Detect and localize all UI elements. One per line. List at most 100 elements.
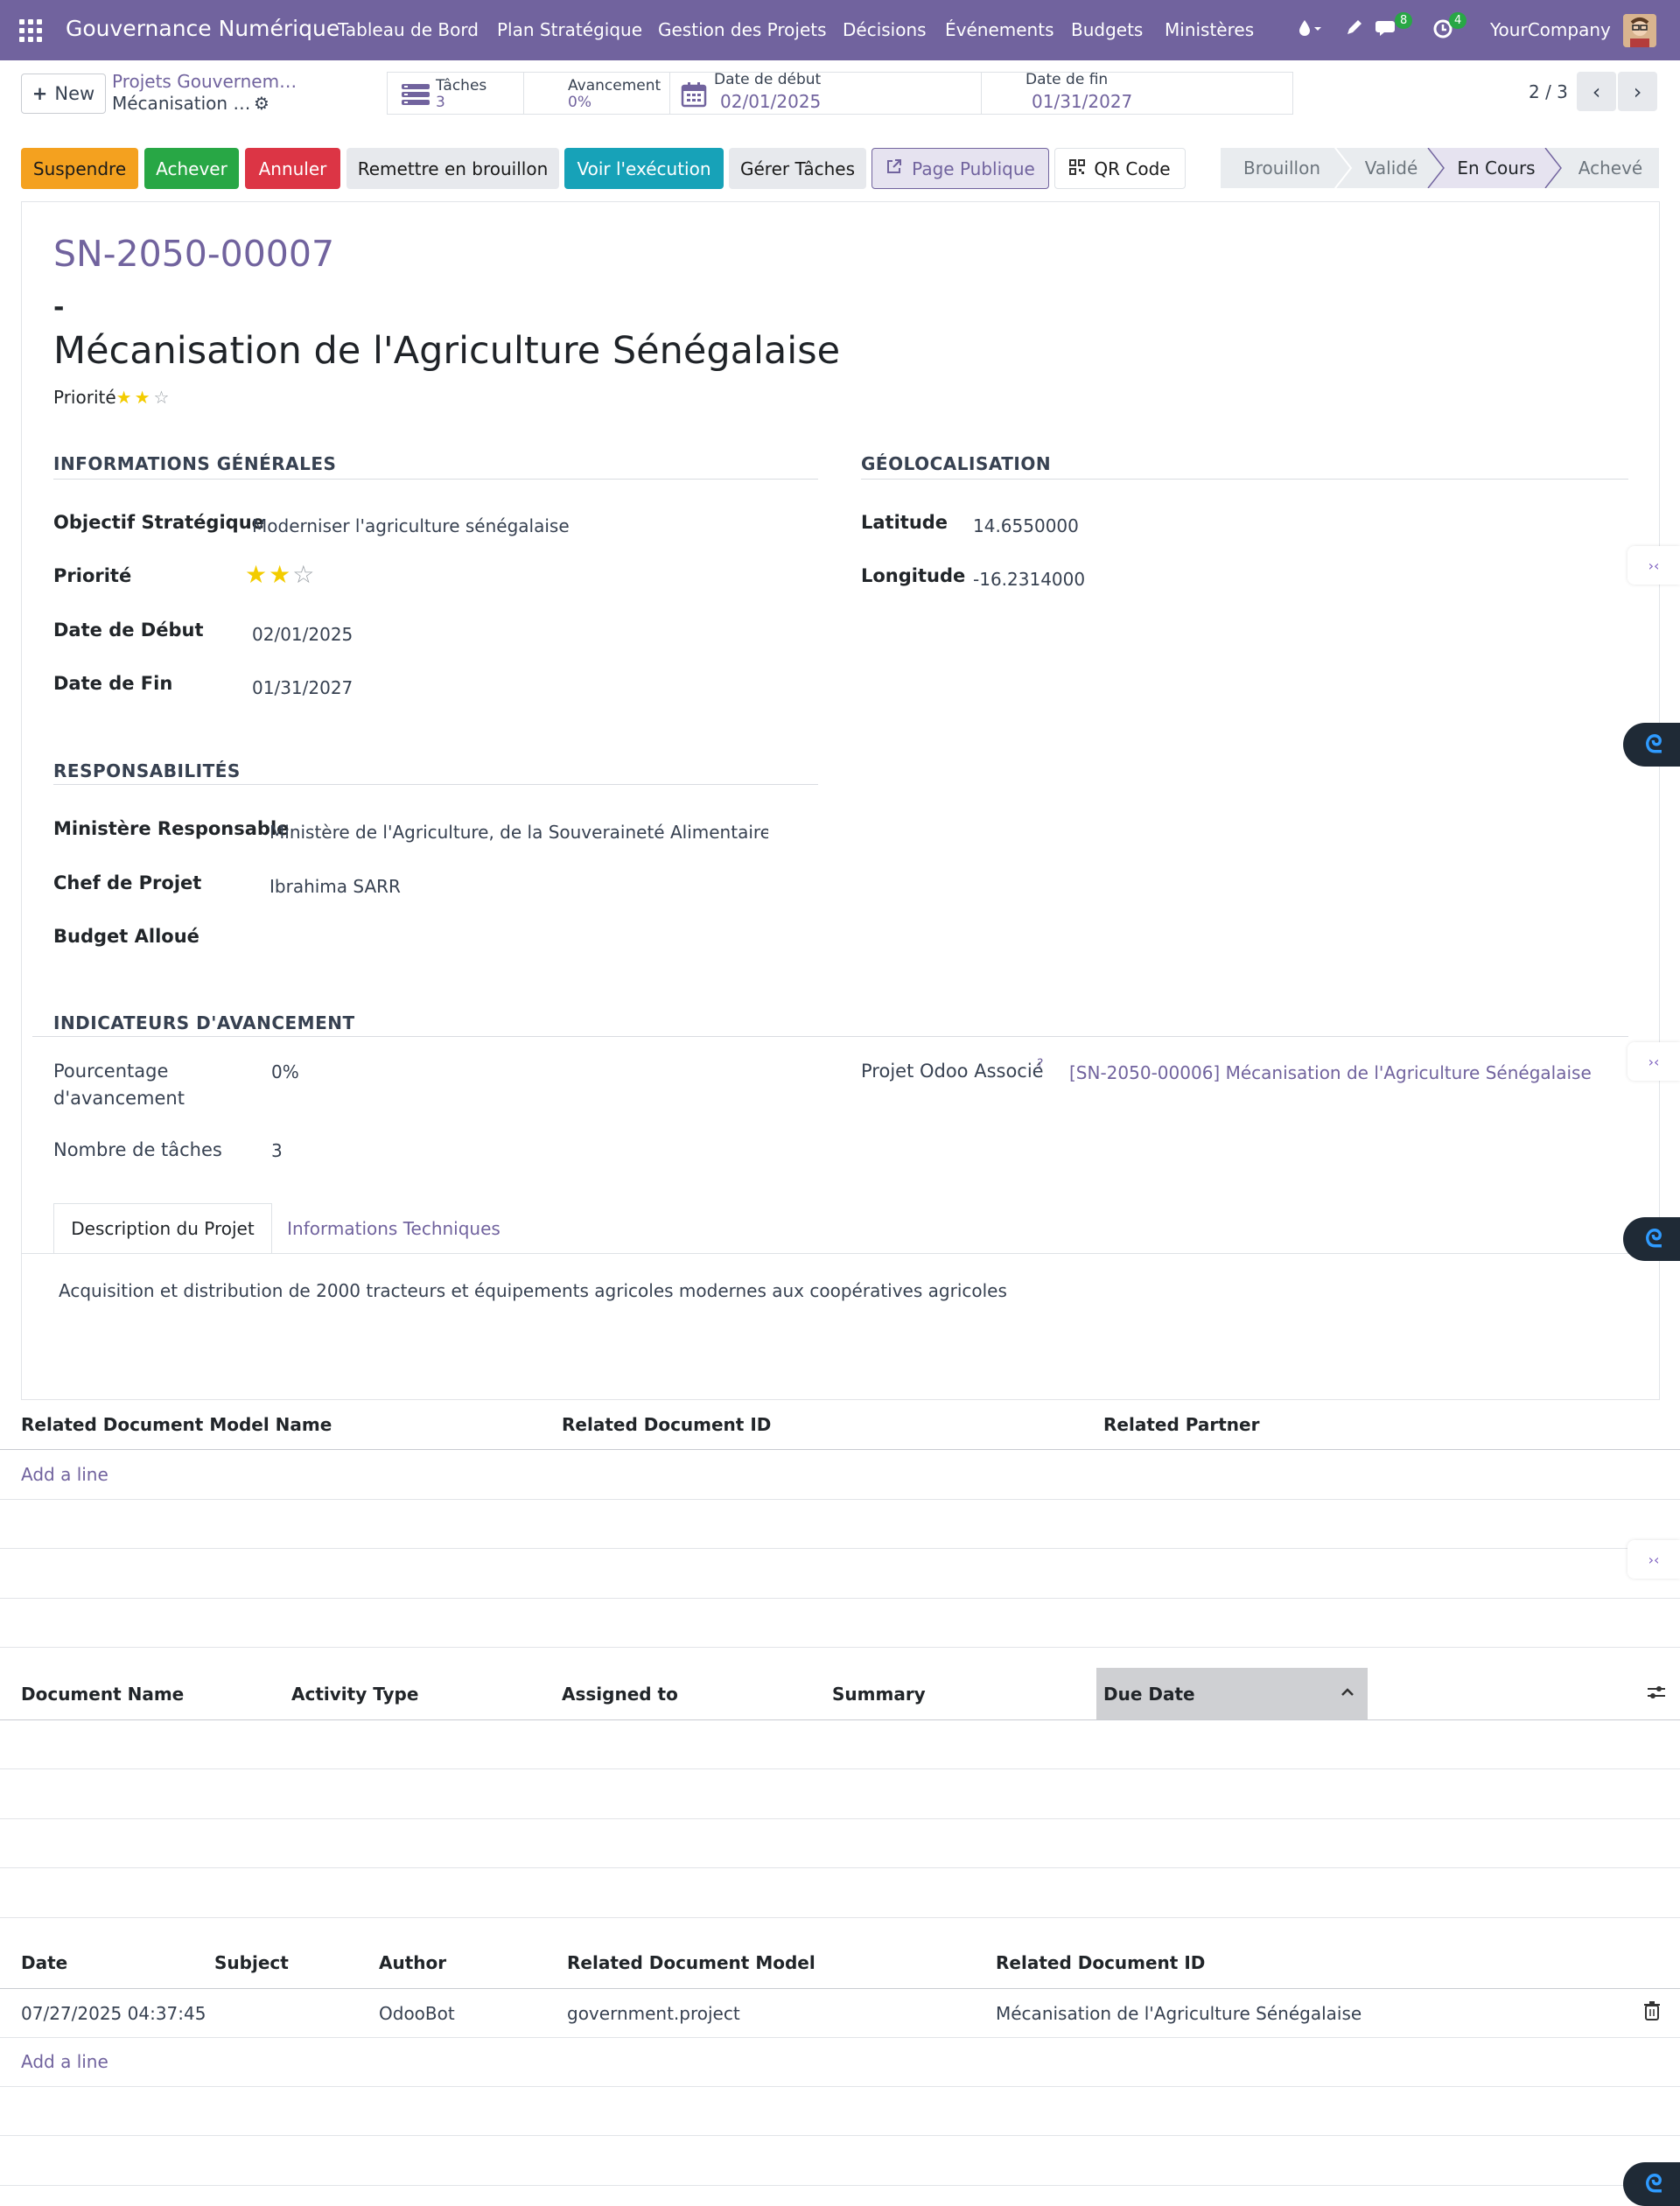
latitude-label: Latitude bbox=[861, 512, 948, 533]
star-filled-icon[interactable]: ★ bbox=[269, 560, 290, 589]
row-doc-id[interactable]: Mécanisation de l'Agriculture Sénégalais… bbox=[996, 2003, 1362, 2024]
status-brouillon[interactable]: Brouillon bbox=[1221, 148, 1343, 188]
col-related-partner[interactable]: Related Partner bbox=[1103, 1414, 1259, 1435]
row-date[interactable]: 07/27/2025 04:37:45 bbox=[21, 2003, 206, 2024]
menu-ministeres[interactable]: Ministères bbox=[1165, 19, 1254, 40]
pencil-icon[interactable] bbox=[1345, 18, 1364, 44]
company-switcher[interactable]: YourCompany bbox=[1490, 19, 1611, 40]
col-summary[interactable]: Summary bbox=[832, 1684, 926, 1705]
latitude-field[interactable]: 14.6550000 bbox=[973, 515, 1079, 536]
ministry-field[interactable]: Ministère de l'Agriculture, de la Souver… bbox=[270, 822, 768, 843]
menu-plan-strategique[interactable]: Plan Stratégique bbox=[497, 19, 642, 40]
end-date-field[interactable]: 01/31/2027 bbox=[252, 677, 353, 698]
stat-tasks-value: 3 bbox=[436, 94, 445, 111]
tab-description[interactable]: Description du Projet bbox=[53, 1203, 272, 1254]
description-text[interactable]: Acquisition et distribution de 2000 trac… bbox=[59, 1280, 1007, 1301]
menu-budgets[interactable]: Budgets bbox=[1071, 19, 1143, 40]
list-row-divider bbox=[0, 1917, 1680, 1918]
assistant-launcher-icon[interactable]: ᘓ bbox=[1623, 1217, 1680, 1261]
col-date[interactable]: Date bbox=[21, 1952, 67, 1973]
row-author[interactable]: OdooBot bbox=[379, 2003, 455, 2024]
pager-next-button[interactable]: › bbox=[1618, 72, 1657, 111]
pager-previous-button[interactable]: ‹ bbox=[1577, 72, 1616, 111]
qr-code-button[interactable]: QR Code bbox=[1054, 148, 1186, 189]
optional-columns-icon[interactable] bbox=[1647, 1684, 1666, 1705]
qr-code-icon bbox=[1069, 158, 1086, 179]
objective-field[interactable]: Moderniser l'agriculture sénégalaise bbox=[252, 515, 570, 536]
cancel-button[interactable]: Annuler bbox=[245, 148, 340, 189]
new-record-button[interactable]: + New bbox=[21, 74, 106, 114]
status-valide[interactable]: Validé bbox=[1348, 148, 1435, 188]
side-collapse-icon[interactable]: ›‹ bbox=[1628, 1042, 1680, 1081]
list-row-divider bbox=[0, 2135, 1680, 2136]
app-brand[interactable]: Gouvernance Numérique bbox=[66, 16, 340, 41]
pager-value[interactable]: 2 / 3 bbox=[1529, 81, 1568, 102]
record-reference: SN-2050-00007 bbox=[53, 233, 335, 275]
side-collapse-icon[interactable]: ›‹ bbox=[1628, 1540, 1680, 1579]
list-row-divider bbox=[0, 1818, 1680, 1819]
user-avatar[interactable] bbox=[1623, 14, 1656, 47]
col-related-model-name[interactable]: Related Document Model Name bbox=[21, 1414, 332, 1435]
assistant-launcher-icon[interactable]: ᘓ bbox=[1623, 723, 1680, 767]
trash-icon[interactable] bbox=[1643, 2000, 1661, 2026]
odoo-project-link[interactable]: [SN-2050-00006] Mécanisation de l'Agricu… bbox=[1069, 1062, 1592, 1083]
col-related-doc-id[interactable]: Related Document ID bbox=[996, 1952, 1205, 1973]
section-divider bbox=[861, 479, 1628, 480]
col-activity-type[interactable]: Activity Type bbox=[291, 1684, 418, 1705]
record-title[interactable]: Mécanisation de l'Agriculture Sénégalais… bbox=[53, 329, 840, 373]
external-link-icon bbox=[886, 158, 903, 179]
header-priority: Priorité★ ★ ☆ bbox=[53, 387, 169, 408]
menu-evenements[interactable]: Événements bbox=[945, 19, 1054, 40]
col-subject[interactable]: Subject bbox=[214, 1952, 289, 1973]
section-divider bbox=[53, 479, 818, 480]
longitude-field[interactable]: -16.2314000 bbox=[973, 569, 1085, 590]
star-filled-icon[interactable]: ★ bbox=[116, 387, 132, 408]
row-model[interactable]: government.project bbox=[567, 2003, 740, 2024]
apps-menu-icon[interactable] bbox=[19, 19, 42, 42]
start-date-label: Date de Début bbox=[53, 620, 204, 641]
view-execution-button[interactable]: Voir l'exécution bbox=[564, 148, 724, 189]
star-filled-icon[interactable]: ★ bbox=[135, 387, 150, 408]
side-collapse-icon[interactable]: ›‹ bbox=[1628, 546, 1680, 585]
help-icon[interactable]: ? bbox=[1037, 1057, 1043, 1071]
priority-stars-field: ★★☆ bbox=[245, 560, 314, 589]
menu-decisions[interactable]: Décisions bbox=[843, 19, 927, 40]
col-due-date-sorted[interactable]: Due Date bbox=[1096, 1668, 1368, 1719]
reset-draft-button[interactable]: Remettre en brouillon bbox=[346, 148, 559, 189]
stat-progress-button[interactable]: Avancement 0% bbox=[523, 72, 670, 115]
star-filled-icon[interactable]: ★ bbox=[245, 560, 267, 589]
start-date-field[interactable]: 02/01/2025 bbox=[252, 624, 353, 645]
manager-field[interactable]: Ibrahima SARR bbox=[270, 876, 401, 897]
status-acheve[interactable]: Achevé bbox=[1562, 148, 1659, 188]
col-related-document-model[interactable]: Related Document Model bbox=[567, 1952, 816, 1973]
tabs-divider bbox=[21, 1253, 1660, 1254]
public-page-button[interactable]: Page Publique bbox=[872, 148, 1049, 189]
assistant-launcher-icon[interactable]: ᘓ bbox=[1623, 2162, 1680, 2206]
col-related-document-id[interactable]: Related Document ID bbox=[562, 1414, 771, 1435]
list-row-divider bbox=[0, 2086, 1680, 2087]
menu-gestion-projets[interactable]: Gestion des Projets bbox=[658, 19, 827, 40]
star-empty-icon[interactable]: ☆ bbox=[154, 387, 170, 408]
status-en-cours[interactable]: En Cours bbox=[1444, 148, 1549, 188]
col-document-name[interactable]: Document Name bbox=[21, 1684, 184, 1705]
stat-end-label: Date de fin bbox=[1026, 71, 1109, 88]
droplet-icon[interactable] bbox=[1297, 18, 1323, 47]
col-assigned-to[interactable]: Assigned to bbox=[562, 1684, 678, 1705]
breadcrumb-current: Mécanisation … bbox=[112, 93, 251, 114]
section-responsibilities: RESPONSABILITÉS bbox=[53, 760, 241, 781]
menu-tableau-de-bord[interactable]: Tableau de Bord bbox=[338, 19, 479, 40]
complete-button[interactable]: Achever bbox=[144, 148, 239, 189]
tab-technical-info[interactable]: Informations Techniques bbox=[280, 1203, 508, 1254]
suspend-button[interactable]: Suspendre bbox=[21, 148, 138, 189]
manage-tasks-button[interactable]: Gérer Tâches bbox=[729, 148, 866, 189]
add-line-link[interactable]: Add a line bbox=[21, 2051, 108, 2072]
add-line-link[interactable]: Add a line bbox=[21, 1464, 108, 1485]
stat-start-date-button[interactable]: Date de début 02/01/2025 bbox=[669, 71, 983, 115]
gear-icon[interactable]: ⚙ bbox=[254, 93, 270, 114]
activities-count-badge: 4 bbox=[1449, 12, 1467, 29]
breadcrumb-parent[interactable]: Projets Gouvernem… bbox=[112, 71, 297, 92]
stat-end-date-button[interactable]: Date de fin 01/31/2027 bbox=[981, 71, 1293, 115]
star-empty-icon[interactable]: ☆ bbox=[292, 560, 314, 589]
col-author[interactable]: Author bbox=[379, 1952, 446, 1973]
stat-tasks-button[interactable]: Tâches 3 bbox=[387, 72, 524, 115]
